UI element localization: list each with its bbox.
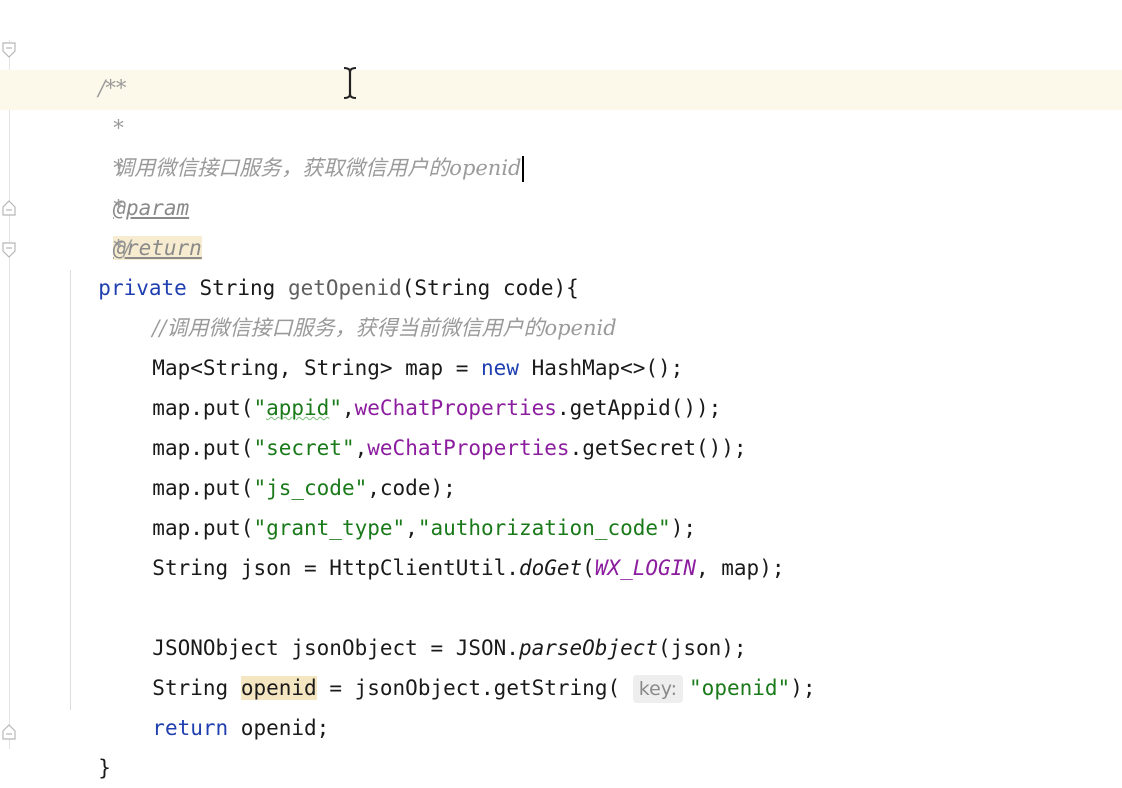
code-text: .getSecret()); [569,436,747,460]
static-method-doget: doGet [518,556,583,580]
closing-brace: } [98,756,111,780]
javadoc-text-b: 获取微信用户的openid [302,156,522,180]
code-line-4[interactable]: * @return [88,148,202,260]
fold-marker-doc-end-icon[interactable] [2,200,16,216]
string-openid: "openid" [689,676,791,700]
code-line-1[interactable]: /** [73,28,126,100]
code-text: String json = HttpClientUtil. [152,556,519,580]
code-line-2[interactable]: * 调用微信接口服务，获取微信用户的openid [88,68,524,182]
code-line-8[interactable]: Map<String, String> map = new HashMap<>(… [127,308,683,380]
code-line-7[interactable]: //调用微信接口服务，获得当前微信用户的openid [127,268,616,340]
code-line-11[interactable]: map.put("js_code",code); [127,428,455,500]
code-line-17[interactable]: return openid; [127,668,329,740]
code-line-13[interactable]: String json = HttpClientUtil.doGet(WX_LO… [127,508,784,580]
code-line-18[interactable]: } [73,708,111,780]
code-line-5[interactable]: */ [88,188,131,260]
code-line-3[interactable]: * @param code [88,108,189,260]
fold-marker-method-end-icon[interactable] [2,724,16,740]
code-text: = jsonObject.getString( [316,676,633,700]
keyword-return: return [152,716,229,740]
code-line-6[interactable]: private String getOpenid(String code){ [73,228,579,300]
code-line-15[interactable]: JSONObject jsonObject = JSON.parseObject… [127,588,746,660]
constant-wx-login: WX_LOGIN [594,556,696,580]
editor-gutter [0,0,30,749]
text-caret [521,156,524,182]
code-text: ( [582,556,595,580]
code-text: ); [790,676,816,700]
indent-guide [70,270,71,710]
code-line-9[interactable]: map.put("appid",weChatProperties.getAppi… [127,348,721,420]
gutter-divider [9,40,10,749]
ibeam-cursor-icon [342,66,358,100]
code-line-12[interactable]: map.put("grant_type","authorization_code… [127,468,696,540]
fold-marker-method-start-icon[interactable] [2,242,16,258]
code-line-16[interactable]: String openid = jsonObject.getString( ke… [127,628,815,703]
fold-marker-doc-start-icon[interactable] [2,42,16,58]
code-text: , map); [695,556,785,580]
parameter-hint-key: key: [632,675,684,703]
code-line-10[interactable]: map.put("secret",weChatProperties.getSec… [127,388,746,460]
code-text: openid; [228,716,330,740]
